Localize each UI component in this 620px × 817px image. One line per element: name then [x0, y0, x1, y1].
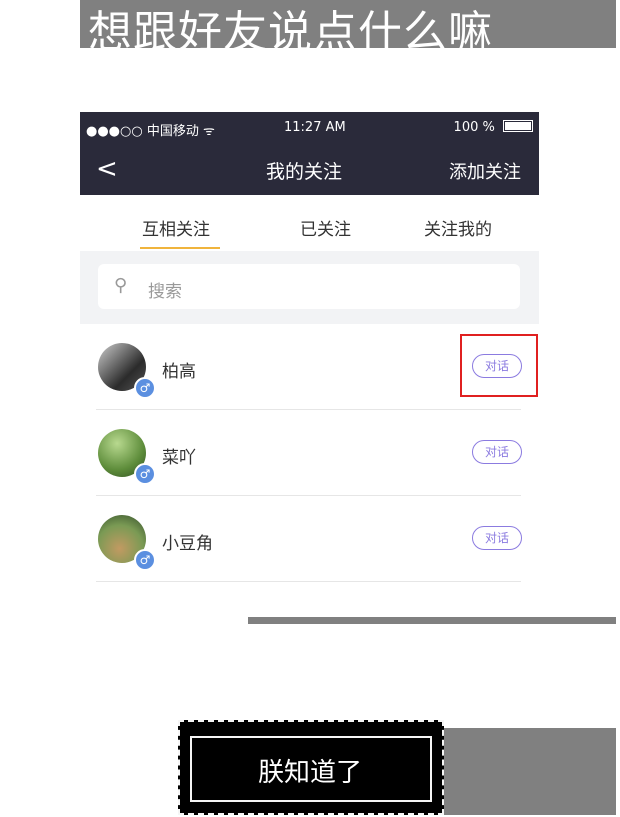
status-bar: ●●●○○ 中国移动 ᯤ 11:27 AM 100 % — [80, 112, 539, 142]
male-gender-icon: ♂ — [134, 463, 156, 485]
battery-icon — [503, 120, 533, 132]
nav-bar: < 我的关注 添加关注 — [80, 142, 539, 195]
list-item[interactable]: ♂ 菜吖 对话 — [80, 410, 539, 496]
tab-bar: 互相关注 已关注 关注我的 — [80, 195, 539, 251]
carrier-signal: ●●●○○ 中国移动 ᯤ — [86, 124, 215, 139]
battery-percent: 100 % — [453, 120, 495, 135]
highlight-box — [460, 334, 538, 397]
search-input[interactable]: ⚲ 搜索 — [98, 264, 520, 309]
list-item[interactable]: ♂ 小豆角 对话 — [80, 496, 539, 582]
tab-following[interactable]: 已关注 — [300, 215, 351, 240]
search-area: ⚲ 搜索 — [80, 251, 539, 324]
active-tab-indicator — [140, 247, 220, 249]
tutorial-overlay-title: 想跟好友说点什么嘛 — [80, 0, 616, 58]
contact-name: 菜吖 — [162, 448, 196, 468]
chat-button[interactable]: 对话 — [472, 440, 522, 464]
male-gender-icon: ♂ — [134, 377, 156, 399]
divider — [96, 581, 521, 582]
add-follow-button[interactable]: 添加关注 — [449, 158, 521, 184]
battery-status: 100 % — [454, 120, 533, 135]
confirm-button-label: 朕知道了 — [258, 758, 363, 788]
back-chevron-icon[interactable]: < — [96, 154, 118, 184]
status-time: 11:27 AM — [284, 120, 346, 135]
search-icon: ⚲ — [114, 275, 128, 296]
tab-followers[interactable]: 关注我的 — [424, 215, 492, 240]
page-title: 我的关注 — [266, 161, 343, 183]
tutorial-title-text: 想跟好友说点什么嘛 — [88, 7, 493, 58]
overlay-strip — [248, 617, 616, 624]
tab-mutual-follow[interactable]: 互相关注 — [142, 215, 210, 240]
overlay-block — [444, 728, 616, 815]
search-placeholder: 搜索 — [148, 282, 182, 302]
male-gender-icon: ♂ — [134, 549, 156, 571]
contact-name: 小豆角 — [162, 534, 213, 554]
chat-button[interactable]: 对话 — [472, 526, 522, 550]
contact-name: 柏高 — [162, 362, 196, 382]
